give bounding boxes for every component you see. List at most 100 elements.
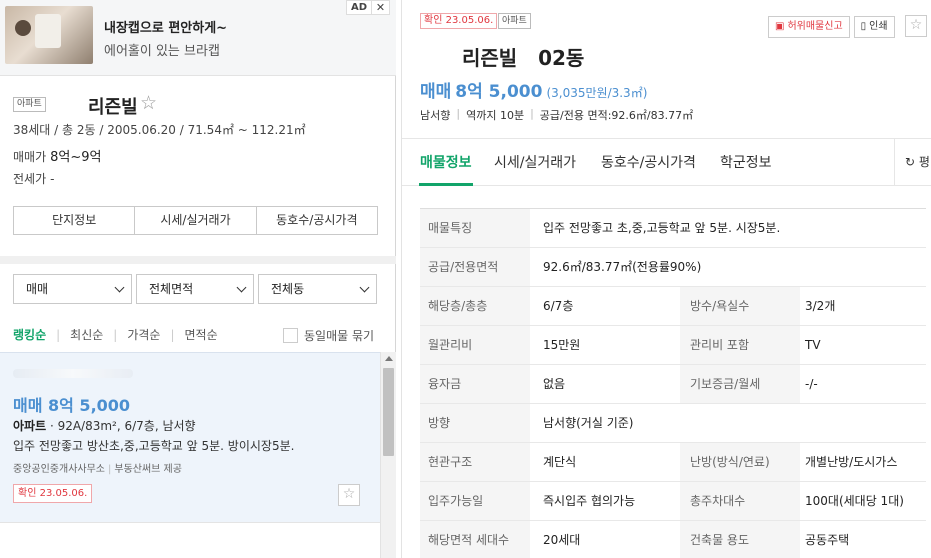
area-value: 전체면적 (149, 282, 194, 296)
left-panel: 내장캡으로 편안하게~ 에어홀이 있는 브라캡 AD ✕ 아파트 리즌빌 ☆ 3… (0, 0, 396, 558)
summary-divider: | (530, 107, 534, 120)
price-history-button[interactable]: 시세/실거래가 (135, 207, 257, 234)
row-label: 공급/전용면적 (420, 248, 530, 286)
listing-spec-detail: · 92A/83m², 6/7층, 남서향 (46, 419, 196, 433)
listing-description: 입주 전망좋고 방산초,중,고등학교 앞 5분. 방이시장5분. (13, 439, 295, 453)
siren-icon: ▣ (775, 21, 785, 32)
chevron-down-icon (359, 282, 370, 293)
detail-unit-price: (3,035만원/3.3㎡) (546, 86, 648, 100)
listing-scrollbar[interactable] (380, 352, 396, 558)
row-value: 20세대 (543, 533, 581, 547)
dong-select[interactable]: 전체동 (258, 274, 377, 304)
ad-close-icon[interactable]: ✕ (372, 0, 390, 15)
row-label: 해당면적 세대수 (420, 521, 530, 558)
table-row: 입주가능일 즉시입주 협의가능 총주차대수 100대(세대당 1대) (420, 482, 926, 521)
table-row: 월관리비 15만원 관리비 포함 TV (420, 326, 926, 365)
trade-price-value: 8억~9억 (50, 150, 102, 165)
row-label: 해당층/총층 (420, 287, 530, 325)
row-label: 매물특징 (420, 209, 530, 247)
ad-thumbnail[interactable] (5, 6, 93, 64)
row-value-secondary: 공동주택 (805, 533, 850, 547)
table-row: 방향 남서향(거실 기준) (420, 404, 926, 443)
listing-detail-table: 매물특징 입주 전망좋고 초,중,고등학교 앞 5분. 시장5분. 공급/전용면적 9… (420, 208, 926, 558)
row-value: 6/7층 (543, 299, 574, 313)
row-label: 월관리비 (420, 326, 530, 364)
ad-subtitle[interactable]: 에어홀이 있는 브라캡 (104, 40, 220, 59)
table-row: 현관구조 계단식 난방(방식/연료) 개별난방/도시가스 (420, 443, 926, 482)
sort-latest[interactable]: 최신순 (70, 326, 103, 343)
refresh-button[interactable]: ↻ 평 (894, 139, 931, 186)
favorite-star-icon[interactable]: ☆ (140, 92, 157, 114)
trade-type-value: 매매 (26, 282, 49, 296)
detail-title: 리즌빌 02동 (462, 46, 585, 70)
listing-item-next[interactable] (0, 522, 380, 558)
trade-price-label: 매매가 (13, 150, 47, 164)
sort-ranking[interactable]: 랭킹순 (13, 326, 46, 343)
detail-price-line: 매매 8억 5,000 (3,035만원/3.3㎡) (420, 77, 647, 102)
detail-station-distance: 역까지 10분 (466, 109, 525, 122)
sort-divider: | (170, 327, 175, 342)
detail-price: 8억 5,000 (455, 82, 543, 102)
ad-title[interactable]: 내장캡으로 편안하게~ (104, 17, 227, 36)
listing-provider: 부동산써브 제공 (114, 464, 182, 475)
row-value-secondary: 개별난방/도시가스 (805, 455, 898, 469)
row-value: 입주 전망좋고 초,중,고등학교 앞 5분. 시장5분. (543, 221, 781, 235)
detail-trade-type: 매매 (420, 82, 452, 102)
chevron-down-icon (236, 282, 247, 293)
detail-panel: 확인 23.05.06. 아파트 ▣ 허위매물신고 ▯ 인쇄 ☆ 리즌빌 02동 매… (401, 0, 931, 558)
area-select[interactable]: 전체면적 (136, 274, 254, 304)
complex-name: 리즌빌 (88, 97, 138, 118)
report-fake-listing-button[interactable]: ▣ 허위매물신고 (768, 16, 850, 38)
table-row: 매물특징 입주 전망좋고 초,중,고등학교 앞 5분. 시장5분. (420, 209, 926, 248)
table-row: 공급/전용면적 92.6㎡/83.77㎡(전용률90%) (420, 248, 926, 287)
ad-banner[interactable]: 내장캡으로 편안하게~ 에어홀이 있는 브라캡 AD ✕ (0, 0, 396, 76)
sort-area[interactable]: 면적순 (185, 326, 218, 343)
agent-name[interactable]: 중앙공인중개사사무소 (13, 464, 105, 475)
row-label: 방향 (420, 404, 530, 442)
print-button[interactable]: ▯ 인쇄 (853, 16, 895, 38)
scrollbar-thumb[interactable] (383, 368, 394, 456)
sort-price[interactable]: 가격순 (127, 326, 160, 343)
ad-thumbnail-figure (15, 20, 31, 36)
detail-type-tag: 아파트 (498, 13, 531, 29)
listing-favorite-star-icon[interactable]: ☆ (338, 484, 360, 506)
ad-thumbnail-product (35, 14, 61, 48)
active-tab-indicator (419, 183, 473, 186)
group-same-listings-checkbox[interactable]: 동일매물 묶기 (283, 327, 374, 344)
listing-item[interactable]: 매매 8억 5,000 아파트 · 92A/83m², 6/7층, 남서향 입주… (0, 352, 380, 522)
detail-direction: 남서향 (420, 109, 451, 122)
complex-button-group: 단지정보 시세/실거래가 동호수/공시가격 (13, 206, 378, 235)
row-value: 즉시입주 협의가능 (543, 494, 636, 508)
detail-favorite-star-icon[interactable]: ☆ (905, 15, 927, 37)
row-label-secondary: 기보증금/월세 (680, 365, 800, 403)
listing-price[interactable]: 매매 8억 5,000 (13, 392, 130, 416)
row-value: 계단식 (543, 455, 577, 469)
detail-tabs: 매물정보 시세/실거래가 동호수/공시가격 학군정보 ↻ 평 (402, 138, 931, 186)
row-value-secondary: -/- (805, 377, 818, 391)
complex-info: 38세대 / 총 2동 / 2005.06.20 / 71.54㎡ ~ 112.… (13, 123, 306, 137)
row-value: 15만원 (543, 338, 581, 352)
tab-school-info[interactable]: 학군정보 (720, 152, 772, 172)
row-value: 없음 (543, 377, 566, 391)
row-label: 융자금 (420, 365, 530, 403)
complex-info-button[interactable]: 단지정보 (14, 207, 136, 234)
unit-price-button[interactable]: 동호수/공시가격 (256, 207, 377, 234)
jeonse-price-value: - (50, 172, 55, 186)
complex-summary: 아파트 리즌빌 ☆ 38세대 / 총 2동 / 2005.06.20 / 71.… (0, 76, 396, 256)
row-label-secondary: 방수/욕실수 (680, 287, 800, 325)
print-label: 인쇄 (869, 21, 888, 32)
refresh-label: 평 (918, 155, 930, 169)
row-value: 92.6㎡/83.77㎡(전용률90%) (543, 260, 702, 274)
sort-divider: | (56, 327, 61, 342)
scroll-up-arrow-icon[interactable] (385, 356, 393, 361)
listing-title-blurred (13, 369, 133, 378)
tab-listing-info[interactable]: 매물정보 (420, 152, 472, 172)
tab-unit-price[interactable]: 동호수/공시가격 (601, 152, 696, 172)
checkbox-box[interactable] (283, 328, 298, 343)
row-label: 현관구조 (420, 443, 530, 481)
row-value-secondary: TV (805, 338, 821, 352)
tab-price-history[interactable]: 시세/실거래가 (494, 152, 576, 172)
row-label-secondary: 관리비 포함 (680, 326, 800, 364)
trade-type-select[interactable]: 매매 (13, 274, 132, 304)
row-value: 남서향(거실 기준) (543, 416, 634, 430)
